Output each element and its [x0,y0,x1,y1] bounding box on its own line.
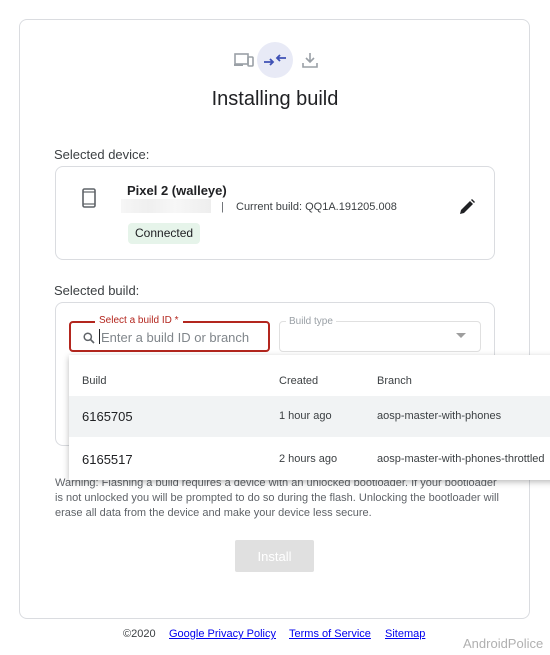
device-current-build: Current build: QQ1A.191205.008 [236,201,397,213]
table-header: Build Created Branch [69,355,550,395]
step-connect[interactable] [257,42,293,78]
build-branch: aosp-master-with-phones [377,410,502,422]
watermark-logo: AndroidPolice [463,636,544,651]
dropdown-arrow-icon [456,333,466,338]
page-title: Installing build [211,88,339,110]
privacy-policy-link[interactable]: Google Privacy Policy [169,628,276,640]
build-type-select[interactable]: Build type [279,316,481,352]
device-card: Pixel 2 (walleye) | Current build: QQ1A.… [55,166,495,260]
terms-of-service-link[interactable]: Terms of Service [289,628,371,640]
build-id-label: Select a build ID * [95,315,183,326]
selected-device-label: Selected device: [54,147,150,162]
sitemap-link[interactable]: Sitemap [385,628,425,640]
connecting-arrows-icon [264,54,286,66]
step-download[interactable] [292,42,328,78]
build-type-label: Build type [286,316,336,327]
device-name: Pixel 2 (walleye) [127,183,227,198]
build-id: 6165517 [82,452,133,467]
column-header-build: Build [82,375,107,387]
download-icon [302,53,318,68]
pencil-edit-icon[interactable] [458,198,476,216]
stepper [226,42,326,78]
build-autocomplete-panel: Build Created Branch 6165705 1 hour ago … [69,355,550,480]
devices-icon [234,53,254,67]
build-id-input[interactable] [99,327,261,347]
device-info-separator: | [221,201,224,213]
column-header-created: Created [279,375,319,387]
build-branch: aosp-master-with-phones-throttled [377,453,545,465]
build-created: 1 hour ago [279,410,332,422]
install-button[interactable]: Install [235,540,314,572]
build-id: 6165705 [82,409,133,424]
column-header-branch: Branch [377,375,412,387]
build-created: 2 hours ago [279,453,338,465]
flash-warning: Warning: Flashing a build requires a dev… [55,477,499,519]
copyright: ©2020 [123,628,156,640]
selected-build-label: Selected build: [54,283,140,298]
connection-status-badge: Connected [128,223,201,244]
smartphone-icon [82,188,96,208]
build-option-row[interactable]: 6165517 2 hours ago aosp-master-with-pho… [69,439,550,480]
search-icon [83,332,95,344]
build-id-field[interactable]: Select a build ID * [69,315,270,352]
build-option-row[interactable]: 6165705 1 hour ago aosp-master-with-phon… [69,396,550,437]
device-serial-redacted [121,199,211,213]
